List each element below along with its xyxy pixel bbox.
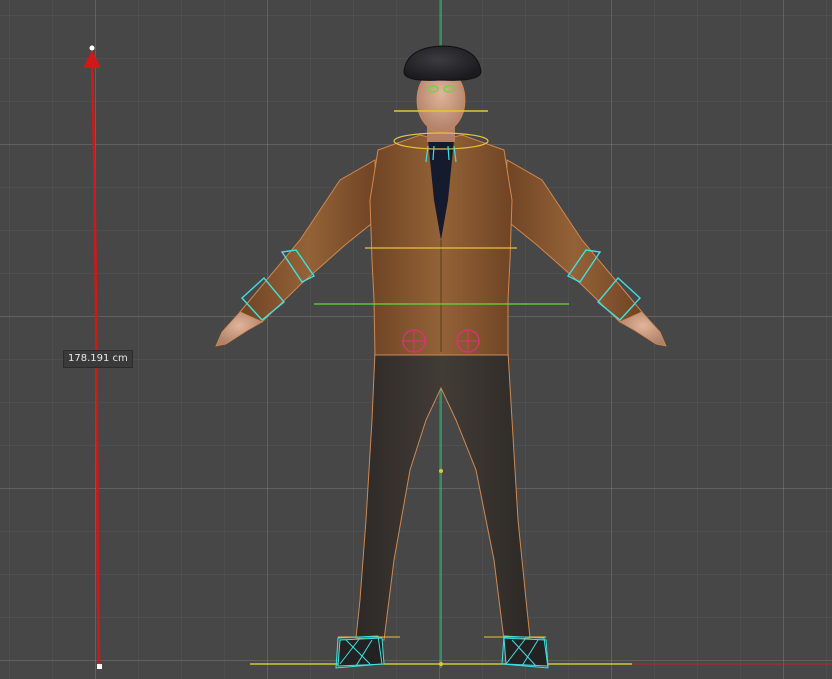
flat-cap: [403, 45, 482, 81]
right-arm: [505, 159, 643, 323]
measure-bottom-handle[interactable]: [97, 664, 102, 669]
arrow-up-icon: [83, 50, 101, 68]
ground-center-point[interactable]: [439, 662, 443, 666]
left-shoe: [337, 637, 385, 667]
crosshair-circle-icon[interactable]: [402, 329, 426, 353]
height-measure-label: 178.191 cm: [63, 350, 133, 368]
measure-top-handle[interactable]: [89, 45, 95, 51]
center-of-mass-point[interactable]: [439, 469, 443, 473]
left-arm: [239, 159, 377, 323]
right-shoe: [503, 637, 549, 667]
scene-canvas[interactable]: [0, 0, 832, 679]
3d-viewport[interactable]: 178.191 cm: [0, 0, 832, 679]
pants: [355, 351, 531, 641]
crosshair-circle-icon[interactable]: [456, 329, 480, 353]
